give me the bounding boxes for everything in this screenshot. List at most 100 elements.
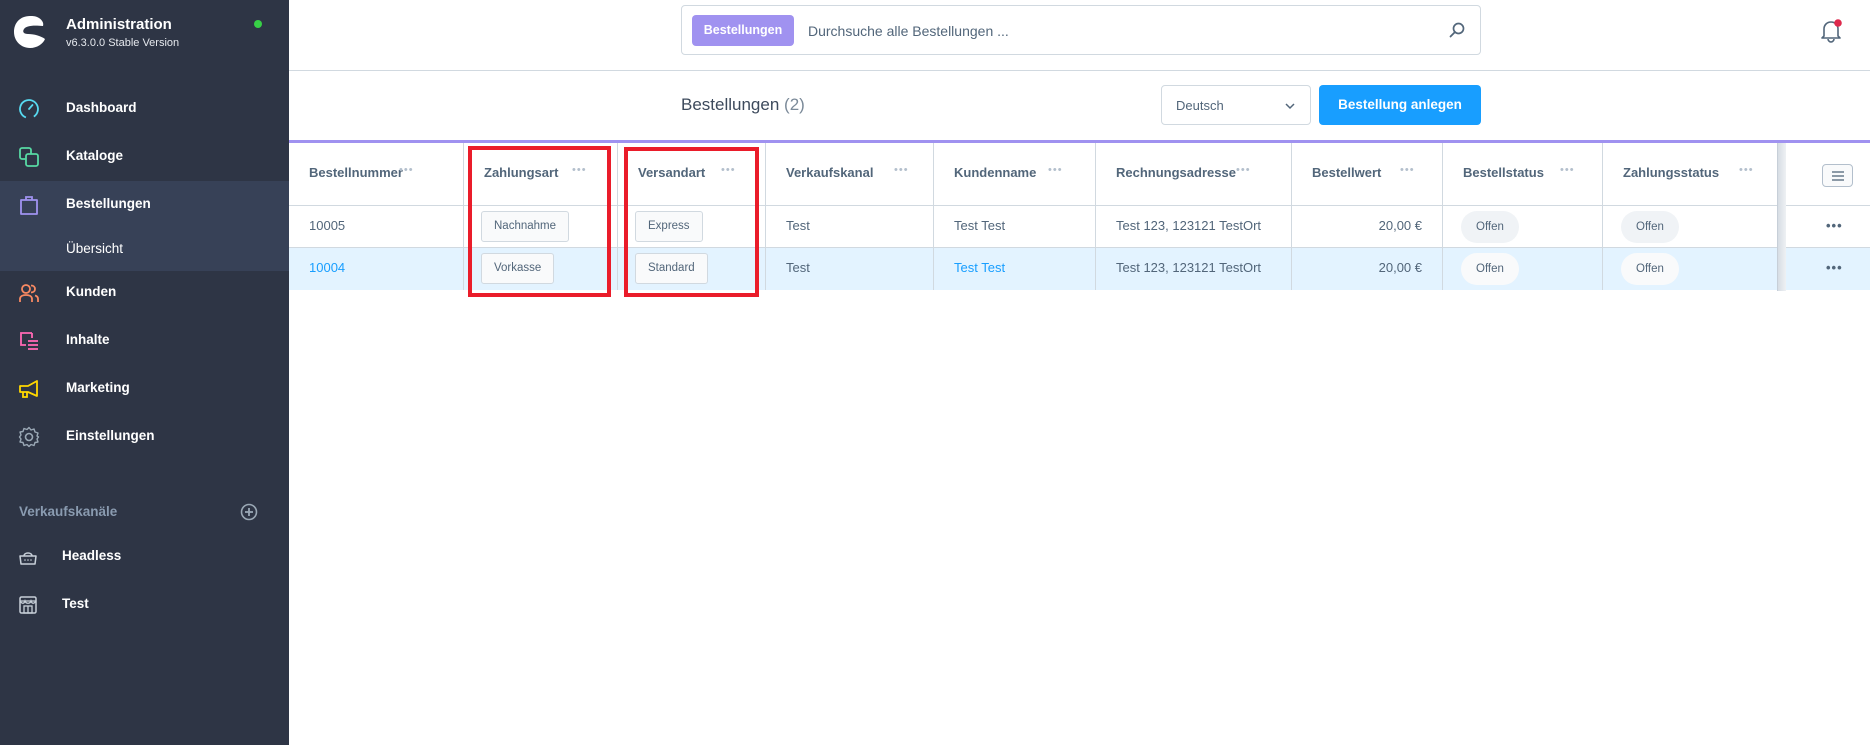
sidebar-subitem-label: Übersicht (66, 241, 124, 256)
sidebar-subitem-uebersicht[interactable]: Übersicht (0, 229, 289, 269)
sales-channel: Test (786, 218, 810, 233)
sidebar: Administration v6.3.0.0 Stable Version D… (0, 0, 289, 745)
sidebar-item-label: Inhalte (66, 332, 110, 347)
column-header-label: Zahlungsstatus (1623, 165, 1720, 180)
sidebar-item-label: Einstellungen (66, 428, 155, 443)
cell-order-value: 20,00 € (1292, 248, 1443, 290)
order-number: 10005 (309, 218, 346, 233)
row-actions-button[interactable]: ••• (1826, 218, 1843, 233)
column-menu-icon[interactable]: ••• (399, 164, 414, 176)
customer-name[interactable]: Test Test (954, 218, 1005, 233)
sidebar-item-inhalte[interactable]: Inhalte (0, 317, 289, 365)
add-sales-channel-icon[interactable] (240, 503, 258, 521)
topbar: Bestellungen (289, 0, 1870, 71)
highlight-box-shipping-method (624, 147, 759, 297)
cell-order-number: 10005 (289, 206, 464, 247)
cell-row-actions: ••• (1786, 248, 1870, 290)
search-module-pill[interactable]: Bestellungen (692, 15, 794, 46)
sidebar-item-marketing[interactable]: Marketing (0, 365, 289, 413)
column-header-label: Verkaufskanal (786, 165, 874, 180)
payment-status-badge: Offen (1621, 211, 1679, 243)
cell-order-status: Offen (1443, 248, 1603, 290)
cell-order-status: Offen (1443, 206, 1603, 247)
column-header-customer-name[interactable]: Kundenname ••• (934, 143, 1096, 205)
online-status-dot (254, 20, 262, 28)
column-header-label: Bestellstatus (1463, 165, 1544, 180)
billing-address: Test 123, 123121 TestOrt (1116, 260, 1262, 275)
brand-title: Administration (66, 16, 172, 33)
search-input[interactable] (808, 16, 1408, 46)
language-select[interactable]: Deutsch (1161, 85, 1311, 125)
order-value: 20,00 € (1378, 218, 1422, 233)
column-menu-icon[interactable]: ••• (1560, 164, 1575, 176)
column-header-payment-status[interactable]: Zahlungsstatus ••• (1603, 143, 1777, 205)
sales-channel-label: Test (62, 596, 89, 611)
storefront-icon (19, 596, 37, 614)
sidebar-item-dashboard[interactable]: Dashboard (0, 85, 289, 133)
brand: Administration v6.3.0.0 Stable Version (0, 0, 289, 70)
column-header-label: Rechnungsadresse (1116, 165, 1236, 180)
sales-channel-test[interactable]: Test (0, 583, 289, 627)
column-header-label: Bestellnummer (309, 165, 403, 180)
content-icon (20, 332, 38, 350)
sales-channel-headless[interactable]: Headless (0, 535, 289, 579)
column-menu-icon[interactable]: ••• (1236, 164, 1251, 176)
megaphone-icon (19, 380, 38, 398)
sidebar-item-label: Bestellungen (66, 196, 151, 211)
order-status-badge: Offen (1461, 253, 1519, 285)
shopping-bag-icon (20, 196, 38, 215)
search-icon[interactable] (1448, 21, 1466, 39)
cell-payment-status: Offen (1603, 248, 1777, 290)
column-menu-icon[interactable]: ••• (894, 164, 909, 176)
sales-channel: Test (786, 260, 810, 275)
sidebar-item-label: Dashboard (66, 100, 137, 115)
highlight-box-payment-method (468, 146, 611, 297)
dashboard-icon (19, 99, 39, 119)
order-number-link[interactable]: 10004 (309, 260, 345, 275)
sidebar-item-kunden[interactable]: Kunden (0, 269, 289, 317)
sticky-column-divider (1777, 143, 1786, 291)
create-order-button[interactable]: Bestellung anlegen (1319, 85, 1481, 125)
cell-payment-status: Offen (1603, 206, 1777, 247)
chevron-down-icon (1285, 103, 1295, 110)
language-select-value: Deutsch (1176, 98, 1224, 113)
sales-channel-label: Headless (62, 548, 122, 563)
column-header-label: Bestellwert (1312, 165, 1382, 180)
column-header-sales-channel[interactable]: Verkaufskanal ••• (766, 143, 934, 205)
global-search: Bestellungen (681, 5, 1481, 55)
cell-sales-channel: Test (766, 248, 934, 290)
notifications-bell-icon[interactable] (1818, 18, 1844, 44)
sidebar-item-label: Kunden (66, 284, 117, 299)
order-value: 20,00 € (1378, 260, 1422, 275)
column-menu-icon[interactable]: ••• (1400, 164, 1415, 176)
shopware-logo-icon[interactable] (12, 14, 48, 50)
gear-icon (18, 426, 40, 448)
column-header-order-number[interactable]: Bestellnummer ••• (289, 143, 464, 205)
column-settings-button[interactable] (1822, 164, 1853, 187)
cell-sales-channel: Test (766, 206, 934, 247)
payment-status-badge: Offen (1621, 253, 1679, 285)
row-actions-button[interactable]: ••• (1826, 260, 1843, 275)
column-header-billing-address[interactable]: Rechnungsadresse ••• (1096, 143, 1292, 205)
cell-order-value: 20,00 € (1292, 206, 1443, 247)
order-count: (2) (784, 95, 805, 114)
basket-icon (19, 552, 37, 565)
customer-name-link[interactable]: Test Test (954, 260, 1005, 275)
column-header-label: Kundenname (954, 165, 1037, 180)
sidebar-item-label: Kataloge (66, 148, 124, 163)
column-header-order-value[interactable]: Bestellwert ••• (1292, 143, 1443, 205)
brand-version: v6.3.0.0 Stable Version (66, 37, 180, 49)
sidebar-item-kataloge[interactable]: Kataloge (0, 133, 289, 181)
cell-customer-name: Test Test (934, 206, 1096, 247)
cell-customer-name: Test Test (934, 248, 1096, 290)
catalog-icon (19, 147, 39, 167)
column-menu-icon[interactable]: ••• (1739, 164, 1754, 176)
cell-row-actions: ••• (1786, 206, 1870, 247)
customers-icon (19, 284, 39, 302)
page-title-text: Bestellungen (681, 95, 780, 114)
column-menu-icon[interactable]: ••• (1048, 164, 1063, 176)
sidebar-item-bestellungen[interactable]: Bestellungen (0, 181, 289, 229)
column-header-order-status[interactable]: Bestellstatus ••• (1443, 143, 1603, 205)
sidebar-item-einstellungen[interactable]: Einstellungen (0, 413, 289, 461)
cell-billing-address: Test 123, 123121 TestOrt (1096, 248, 1292, 290)
